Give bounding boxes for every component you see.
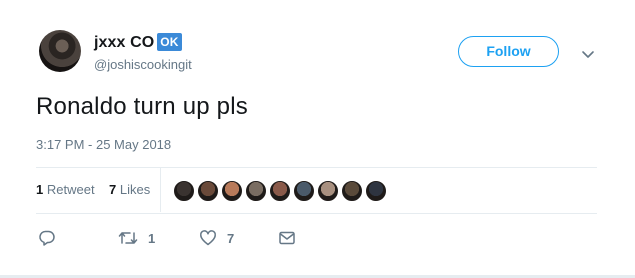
retweet-count: 1 [148, 230, 156, 246]
retweet-icon [118, 229, 138, 247]
follow-button[interactable]: Follow [458, 36, 559, 67]
envelope-icon [278, 229, 296, 247]
avatar-5-icon[interactable] [269, 180, 291, 202]
avatar-6-icon[interactable] [293, 180, 315, 202]
reply-icon [38, 229, 56, 247]
likes-label: Likes [119, 182, 151, 197]
reply-button[interactable] [38, 228, 56, 248]
tweet-stats: 1 Retweet 7 Likes [36, 182, 150, 197]
avatar-9-icon[interactable] [365, 180, 387, 202]
likes-count: 7 [109, 182, 117, 197]
retweets-stat[interactable]: 1 Retweet [36, 182, 95, 197]
author-name-text: jxxx CO [94, 34, 155, 51]
ok-badge-icon: OK [157, 33, 182, 51]
divider [36, 213, 597, 214]
avatar-8-icon[interactable] [341, 180, 363, 202]
direct-message-button[interactable] [278, 228, 296, 248]
avatar-4-icon[interactable] [245, 180, 267, 202]
divider [36, 167, 597, 168]
chevron-down-icon[interactable] [581, 47, 595, 58]
tweet-timestamp[interactable]: 3:17 PM - 25 May 2018 [36, 137, 171, 152]
avatar-2-icon[interactable] [197, 180, 219, 202]
avatar-7-icon[interactable] [317, 180, 339, 202]
avatar-1-icon[interactable] [173, 180, 195, 202]
like-button[interactable]: 7 [199, 228, 234, 248]
stats-separator [160, 168, 161, 212]
retweets-label: Retweet [46, 182, 95, 197]
author-name[interactable]: jxxx CO OK [94, 33, 182, 52]
retweets-count: 1 [36, 182, 44, 197]
tweet-text: Ronaldo turn up pls [36, 93, 248, 120]
author-handle[interactable]: @joshiscookingit [94, 57, 192, 72]
retweet-button[interactable]: 1 [118, 228, 155, 248]
author-avatar[interactable] [39, 30, 81, 72]
like-count: 7 [227, 230, 235, 246]
likes-stat[interactable]: 7 Likes [109, 182, 150, 197]
heart-icon [199, 229, 217, 247]
avatar-3-icon[interactable] [221, 180, 243, 202]
